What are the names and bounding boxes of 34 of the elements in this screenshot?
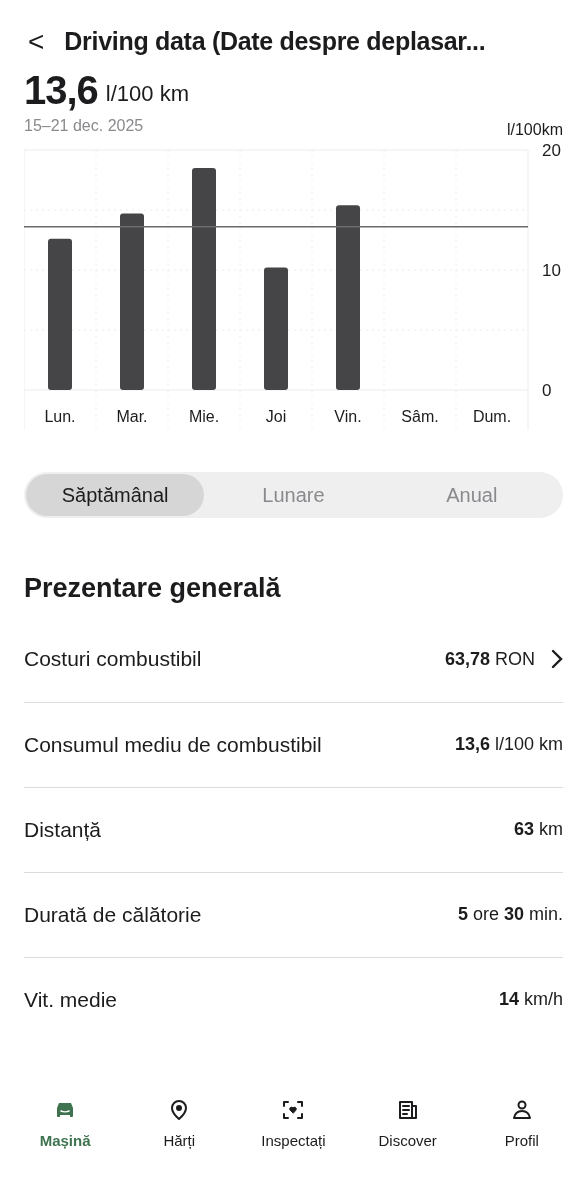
axis-unit: l/100km [506,120,563,140]
nav-tab[interactable]: Hărți [129,1097,230,1152]
stat-value: 13,6 l/100 km [454,733,563,756]
stat-label: Consumul mediu de combustibil [24,731,322,758]
x-tick-label: Mie. [188,408,220,425]
page-title: Driving data (Date despre deplasar... [64,26,486,58]
nav-tab[interactable]: Inspectați [243,1097,344,1152]
y-tick-label: 0 [542,381,552,400]
stat-label: Durată de călătorie [24,901,202,928]
y-tick-label: 20 [542,142,561,160]
stat-value: 14 km/h [498,988,563,1011]
stat-label: Distanță [24,816,102,843]
x-tick-label: Sâm. [401,408,439,425]
chevron-right-icon[interactable] [551,649,563,669]
x-tick-label: Dum. [472,408,512,425]
nav-tab[interactable]: Discover [357,1097,458,1152]
date-range: 15–21 dec. 2025 [23,116,145,136]
x-tick-label: Lun. [44,408,76,425]
stat-value: 63,78 RON [444,647,535,671]
stat-label: Costuri combustibil [24,646,202,673]
x-tick-label: Joi [265,408,287,425]
back-button[interactable]: < [28,28,45,56]
y-tick-label: 10 [542,261,561,280]
nav-tab[interactable]: Mașină [15,1097,116,1152]
average-unit: l/100 km [105,80,189,108]
section-heading: Prezentare generală [23,572,282,605]
average-value: 13,6 [24,70,98,110]
x-tick-label: Mar. [116,408,148,425]
nav-tab[interactable]: Profil [471,1097,572,1152]
period-tab[interactable]: Săptămânal [26,474,205,516]
x-tick-label: Vin. [334,408,362,425]
stat-label: Vit. medie [24,986,117,1013]
stat-value: 63 km [513,818,563,841]
stat-value: 5 ore 30 min. [457,903,563,926]
